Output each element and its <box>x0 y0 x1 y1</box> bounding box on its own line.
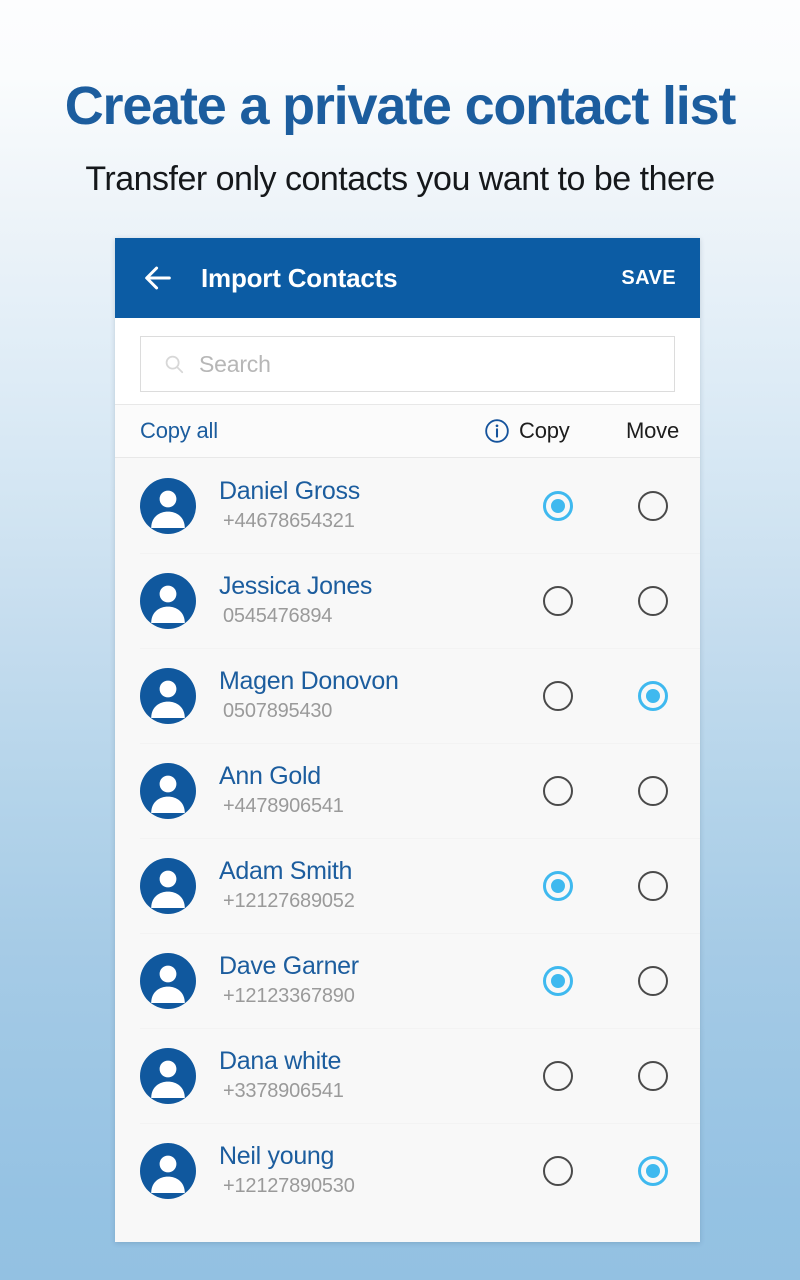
copy-radio-button[interactable] <box>543 585 573 616</box>
copy-radio-button[interactable] <box>543 775 573 806</box>
contact-name: Neil young <box>219 1142 335 1171</box>
avatar <box>140 952 196 1009</box>
contact-name: Dana white <box>219 1047 342 1076</box>
contact-list: Daniel Gross +44678654321 Jessica Jones … <box>115 458 700 1218</box>
column-header-copy: Copy <box>519 418 570 443</box>
copy-radio-cell[interactable] <box>519 553 597 648</box>
promo-header: Create a private contact list Transfer o… <box>0 0 800 199</box>
contact-info: Adam Smith +12127689052 <box>219 857 355 914</box>
move-radio-button[interactable] <box>637 775 668 806</box>
copy-radio-button[interactable] <box>543 965 573 996</box>
contact-name: Ann Gold <box>219 762 321 791</box>
column-header-move: Move <box>626 418 679 443</box>
table-row[interactable]: Magen Donovon 0507895430 <box>115 648 700 743</box>
move-radio-cell[interactable] <box>597 458 700 553</box>
avatar <box>140 1047 196 1104</box>
contact-phone: +12123367890 <box>223 984 355 1007</box>
search-input[interactable]: Search <box>140 336 675 392</box>
info-circle-icon[interactable] <box>484 418 510 444</box>
contact-phone: +12127689052 <box>223 889 355 912</box>
copy-radio-button[interactable] <box>543 1155 573 1186</box>
contact-name: Magen Donovon <box>219 667 399 696</box>
copy-radio-button[interactable] <box>543 1060 573 1091</box>
move-radio-cell[interactable] <box>597 838 700 933</box>
contact-phone: +44678654321 <box>223 509 355 532</box>
move-radio-cell[interactable] <box>597 933 700 1028</box>
move-radio-button[interactable] <box>637 965 668 996</box>
copy-radio-cell[interactable] <box>519 933 597 1028</box>
copy-radio-button[interactable] <box>543 680 573 711</box>
avatar <box>140 857 196 914</box>
move-radio-cell[interactable] <box>597 1028 700 1123</box>
contact-phone: 0545476894 <box>223 604 333 627</box>
column-header-actions: Copy Move <box>484 418 700 444</box>
copy-radio-cell[interactable] <box>519 838 597 933</box>
contact-info: Jessica Jones 0545476894 <box>219 572 372 629</box>
table-row[interactable]: Jessica Jones 0545476894 <box>115 553 700 648</box>
copy-radio-cell[interactable] <box>519 1123 597 1218</box>
save-button[interactable]: SAVE <box>621 267 676 290</box>
contact-phone: 0507895430 <box>223 699 333 722</box>
copy-radio-cell[interactable] <box>519 743 597 838</box>
contact-info: Dave Garner +12123367890 <box>219 952 359 1009</box>
move-radio-button[interactable] <box>637 1155 668 1186</box>
phone-screen-panel: Import Contacts SAVE Search Copy all Cop… <box>115 238 700 1242</box>
copy-radio-cell[interactable] <box>519 458 597 553</box>
column-header-row: Copy all Copy Move <box>115 404 700 458</box>
move-radio-cell[interactable] <box>597 648 700 743</box>
contact-name: Daniel Gross <box>219 477 360 506</box>
copy-radio-cell[interactable] <box>519 648 597 743</box>
contact-name: Adam Smith <box>219 857 353 886</box>
contact-info: Neil young +12127890530 <box>219 1142 355 1199</box>
search-section: Search <box>115 318 700 404</box>
contact-phone: +4478906541 <box>223 794 344 817</box>
avatar <box>140 1142 196 1199</box>
copy-radio-button[interactable] <box>543 490 573 521</box>
contact-phone: +3378906541 <box>223 1079 344 1102</box>
move-radio-button[interactable] <box>637 490 668 521</box>
move-radio-button[interactable] <box>637 680 668 711</box>
move-radio-button[interactable] <box>637 870 668 901</box>
contact-info: Daniel Gross +44678654321 <box>219 477 360 534</box>
avatar <box>140 477 196 534</box>
table-row[interactable]: Adam Smith +12127689052 <box>115 838 700 933</box>
avatar <box>140 667 196 724</box>
page-title: Create a private contact list <box>64 76 737 136</box>
copy-all-link[interactable]: Copy all <box>140 418 218 444</box>
move-radio-button[interactable] <box>637 585 668 616</box>
avatar <box>140 572 196 629</box>
page-subtitle: Transfer only contacts you want to be th… <box>85 159 715 198</box>
app-bar: Import Contacts SAVE <box>115 238 700 318</box>
search-icon <box>163 353 185 375</box>
app-bar-title: Import Contacts <box>201 262 398 293</box>
table-row[interactable]: Dave Garner +12123367890 <box>115 933 700 1028</box>
move-radio-button[interactable] <box>637 1060 668 1091</box>
search-placeholder: Search <box>199 350 271 377</box>
copy-radio-button[interactable] <box>543 870 573 901</box>
contact-phone: +12127890530 <box>223 1174 355 1197</box>
move-radio-cell[interactable] <box>597 553 700 648</box>
avatar <box>140 762 196 819</box>
move-radio-cell[interactable] <box>597 743 700 838</box>
table-row[interactable]: Dana white +3378906541 <box>115 1028 700 1123</box>
contact-name: Jessica Jones <box>219 572 373 601</box>
arrow-left-icon[interactable] <box>141 261 175 295</box>
contact-info: Dana white +3378906541 <box>219 1047 344 1104</box>
move-radio-cell[interactable] <box>597 1123 700 1218</box>
table-row[interactable]: Daniel Gross +44678654321 <box>115 458 700 553</box>
contact-name: Dave Garner <box>219 952 359 981</box>
contact-info: Ann Gold +4478906541 <box>219 762 344 819</box>
table-row[interactable]: Ann Gold +4478906541 <box>115 743 700 838</box>
table-row[interactable]: Neil young +12127890530 <box>115 1123 700 1218</box>
contact-info: Magen Donovon 0507895430 <box>219 667 399 724</box>
copy-radio-cell[interactable] <box>519 1028 597 1123</box>
